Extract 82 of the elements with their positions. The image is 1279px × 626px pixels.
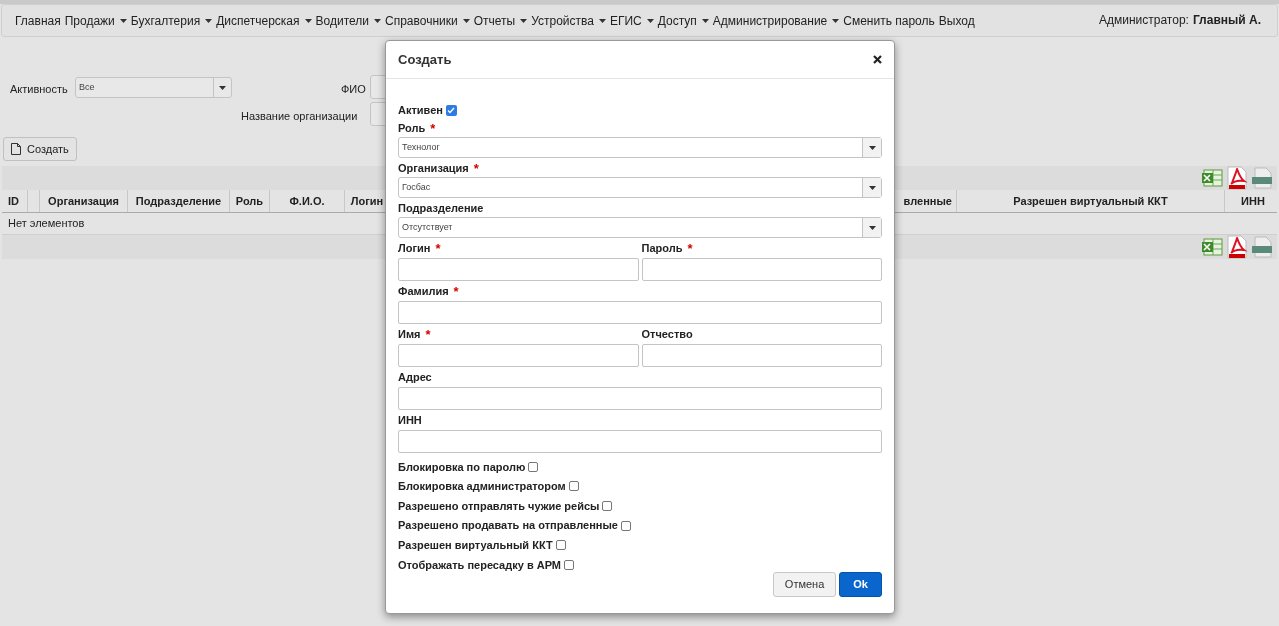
select-field[interactable]: Отсутствует (398, 217, 882, 238)
checkbox[interactable] (555, 540, 566, 551)
caret-icon (862, 138, 881, 157)
required-mark: * (687, 241, 693, 255)
column-header[interactable]: Разрешен виртуальный ККТ (957, 190, 1225, 212)
field-label: ИНН (398, 412, 422, 428)
checkbox-label: Разрешено отправлять чужие рейсы (398, 498, 600, 514)
menu-dropdown[interactable]: Бухгалтерия (130, 11, 213, 30)
checkbox-label: Блокировка по паролю (398, 459, 526, 475)
filter-label: Название организации (241, 109, 358, 124)
input-field[interactable] (398, 430, 882, 453)
field-label: Подразделение (398, 200, 484, 216)
input-field[interactable] (398, 301, 882, 324)
select-field[interactable]: Технолог (398, 137, 882, 158)
column-header[interactable]: Ф.И.О. (270, 190, 345, 212)
checkbox[interactable] (602, 501, 613, 511)
checkbox[interactable] (446, 104, 457, 116)
column-header[interactable]: Подразделение (128, 190, 230, 212)
filter-label: Активность (10, 82, 68, 97)
pdf-icon[interactable] (1226, 235, 1248, 259)
filter-label: ФИО (341, 82, 366, 97)
column-header[interactable]: Роль (230, 190, 270, 212)
checkbox[interactable] (568, 481, 579, 492)
menu-dropdown[interactable]: Справочники (385, 11, 470, 30)
menu-link[interactable]: Главная (15, 11, 61, 30)
checkbox[interactable] (564, 559, 574, 570)
field-label: Пароль (641, 240, 683, 256)
caret-icon (862, 218, 881, 237)
input-field[interactable] (641, 344, 882, 367)
input-field[interactable] (398, 387, 882, 410)
checkbox[interactable] (620, 520, 631, 531)
checkbox-label: Разрешено продавать на отправленные (398, 518, 618, 534)
menu-dropdown[interactable]: Администрирование (712, 11, 840, 30)
required-mark: * (453, 284, 459, 298)
menu-dropdown[interactable]: Доступ (657, 11, 709, 30)
column-header[interactable]: Организация (40, 190, 128, 212)
select-field[interactable]: Госбас (398, 177, 882, 198)
field-label: Отчество (641, 326, 693, 342)
document-icon (11, 143, 21, 155)
spreadsheet-icon[interactable] (1201, 168, 1223, 188)
field-label: Фамилия (398, 283, 449, 299)
empty-message: Нет элементов (7, 216, 85, 232)
menu-link[interactable]: Сменить пароль (843, 11, 935, 30)
field-label: Активен (398, 102, 443, 118)
spreadsheet-icon[interactable] (1201, 237, 1223, 257)
menu-dropdown[interactable]: Водители (315, 11, 381, 30)
cancel-button[interactable]: Отмена (772, 571, 837, 597)
pdf-icon[interactable] (1226, 166, 1248, 190)
checkbox[interactable] (528, 461, 539, 472)
column-header[interactable]: ИНН (1225, 190, 1279, 212)
field-label: Роль (398, 120, 426, 136)
field-label: Логин (398, 240, 431, 256)
field-label: Организация (398, 160, 469, 176)
input-field[interactable] (398, 258, 639, 281)
document-icon[interactable] (1251, 167, 1273, 189)
required-mark: * (430, 121, 436, 135)
menu-dropdown[interactable]: Устройства (531, 11, 606, 30)
input-field[interactable] (641, 258, 882, 281)
caret-icon (862, 178, 881, 197)
menu-dropdown[interactable]: Отчеты (473, 11, 528, 30)
create-button[interactable]: Создать (3, 137, 77, 161)
column-header[interactable]: ID (2, 190, 28, 212)
user-name: Главный А. (1192, 12, 1261, 29)
document-icon[interactable] (1251, 236, 1273, 258)
checkbox-label: Блокировка администратором (398, 479, 566, 495)
required-mark: * (435, 241, 441, 255)
field-label: Адрес (398, 369, 432, 385)
menu-dropdown[interactable]: Продажи (64, 11, 127, 30)
dialog-title: Создать (398, 50, 452, 69)
menu-link[interactable]: Выход (938, 11, 975, 30)
menu-dropdown[interactable]: Диспетчерская (216, 11, 312, 30)
user-role: Администратор: (1099, 12, 1189, 29)
menu-dropdown[interactable]: ЕГИС (609, 11, 654, 30)
field-label: Имя (398, 326, 421, 342)
checkbox-label: Разрешен виртуальный ККТ (398, 537, 553, 553)
required-mark: * (425, 327, 431, 341)
activity-select[interactable]: Все (75, 77, 232, 98)
input-field[interactable] (398, 344, 639, 367)
required-mark: * (473, 161, 479, 175)
checkbox-label: Отображать пересадку в АРМ (398, 557, 561, 573)
close-icon[interactable] (873, 55, 882, 64)
ok-button[interactable]: Ok (839, 571, 882, 597)
